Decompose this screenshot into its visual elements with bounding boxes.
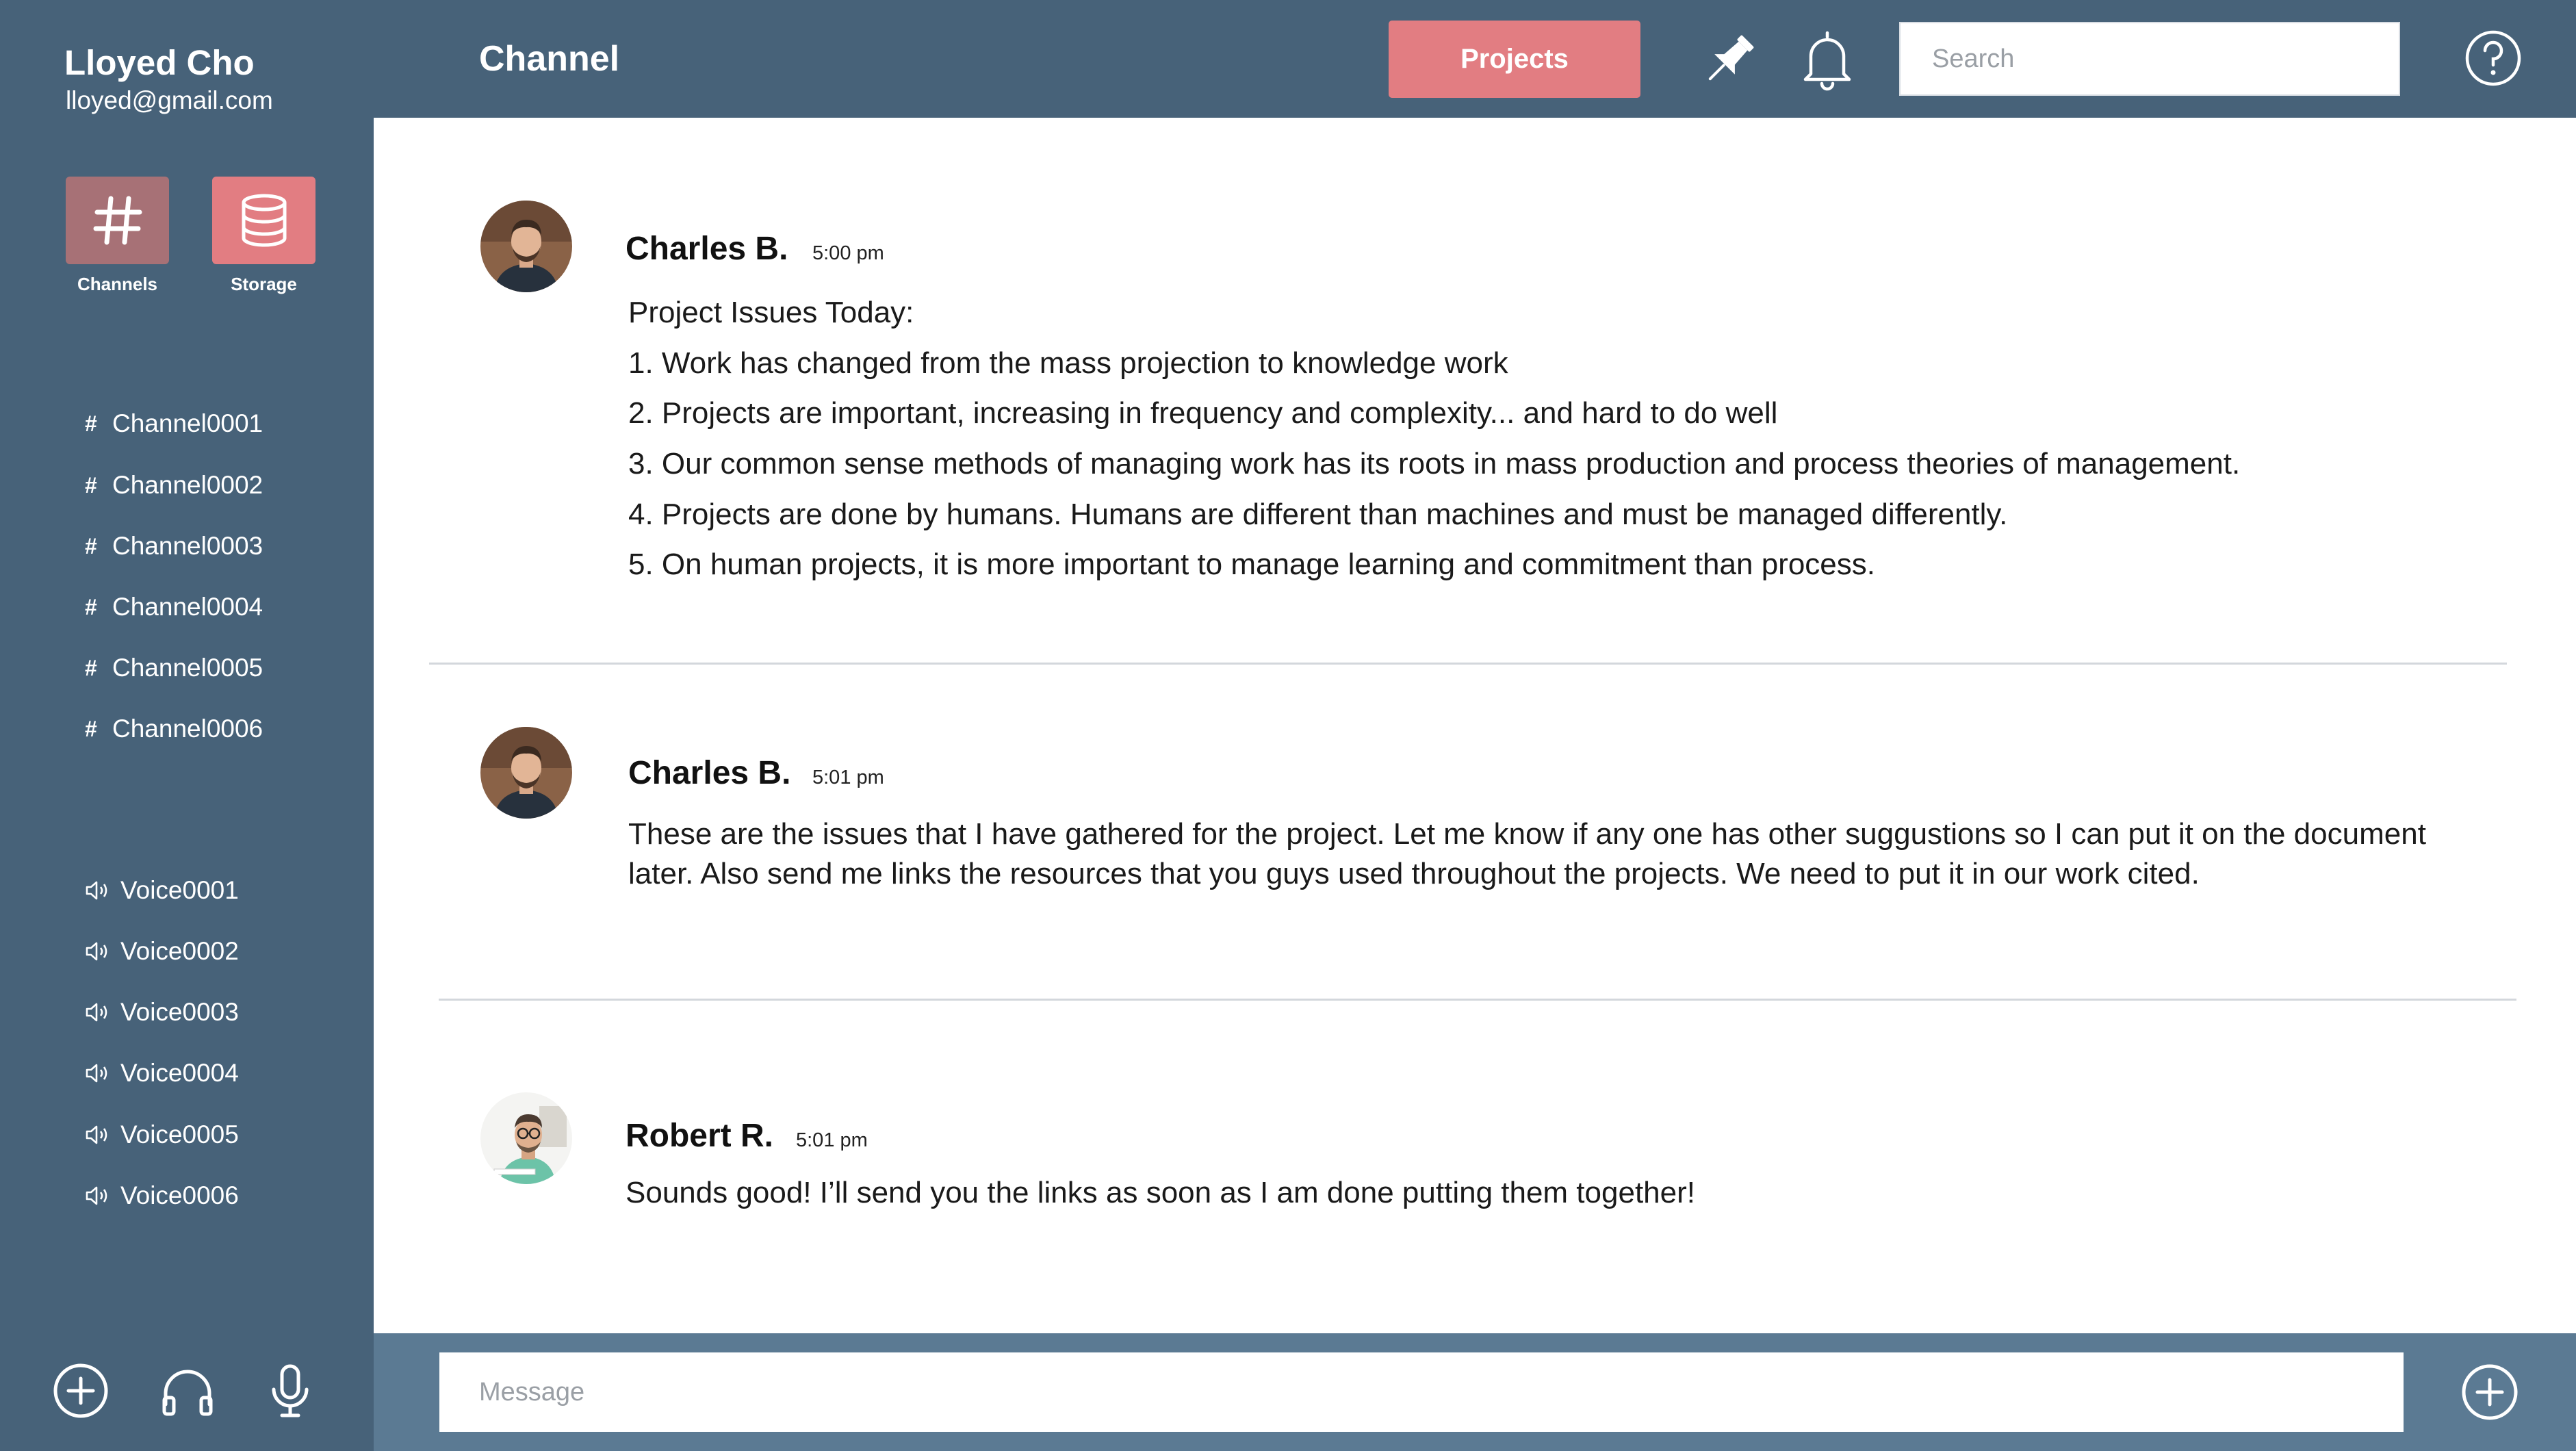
- add-circle-icon[interactable]: [2460, 1362, 2520, 1422]
- message-divider: [439, 999, 2516, 1001]
- speaker-icon: [86, 1125, 107, 1144]
- hash-icon: #: [85, 472, 97, 498]
- speaker-icon: [86, 942, 107, 961]
- avatar[interactable]: [480, 727, 572, 819]
- sidebar-item-voice0005[interactable]: Voice0005: [85, 1116, 239, 1154]
- hash-icon: #: [85, 533, 97, 558]
- sidebar-item-voice0006[interactable]: Voice0006: [85, 1177, 239, 1215]
- channel-label: Channel0003: [112, 532, 263, 560]
- voice-channel-label: Voice0003: [120, 998, 239, 1026]
- add-circle-icon[interactable]: [52, 1362, 110, 1420]
- user-email: lloyed@gmail.com: [66, 86, 273, 114]
- voice-channel-label: Voice0005: [120, 1120, 239, 1148]
- storage-nav-label: Storage: [231, 274, 297, 294]
- message-author[interactable]: Charles B.: [628, 754, 790, 792]
- projects-button[interactable]: Projects: [1389, 21, 1640, 98]
- page-title: Channel: [479, 39, 620, 79]
- voice-channel-label: Voice0001: [120, 876, 239, 904]
- message-timestamp: 5:01 pm: [796, 1129, 868, 1151]
- channel-label: Channel0006: [112, 715, 263, 743]
- message-author[interactable]: Robert R.: [626, 1117, 773, 1155]
- avatar[interactable]: [480, 1092, 572, 1184]
- microphone-icon[interactable]: [261, 1362, 319, 1420]
- sidebar-item-channel0003[interactable]: # Channel0003: [85, 527, 263, 565]
- sidebar-item-voice0004[interactable]: Voice0004: [85, 1054, 239, 1092]
- hash-icon: #: [85, 716, 97, 741]
- top-bar: Channel Projects: [374, 0, 2576, 118]
- message-text: Sounds good! I’ll send you the links as …: [626, 1176, 1695, 1209]
- message-text: These are the issues that I have gathere…: [628, 817, 2426, 890]
- voice-channel-label: Voice0006: [120, 1181, 239, 1209]
- sidebar-item-channel0005[interactable]: # Channel0005: [85, 649, 263, 687]
- sidebar-item-channel0001[interactable]: # Channel0001: [85, 405, 263, 443]
- pin-icon[interactable]: [1697, 30, 1759, 92]
- sidebar-item-voice0003[interactable]: Voice0003: [85, 993, 239, 1031]
- message-timestamp: 5:01 pm: [812, 767, 884, 788]
- speaker-icon: [86, 1003, 107, 1022]
- avatar-charles-image: [480, 727, 572, 819]
- message-composer: [374, 1333, 2576, 1451]
- channel-label: Channel0002: [112, 471, 263, 499]
- help-icon[interactable]: [2462, 27, 2524, 89]
- message-line: 5. On human projects, it is more importa…: [628, 548, 1875, 581]
- message-line: 1. Work has changed from the mass projec…: [628, 346, 1508, 380]
- sidebar: Lloyed Cho lloyed@gmail.com Channels Sto…: [0, 0, 374, 1451]
- sidebar-item-channel0006[interactable]: # Channel0006: [85, 710, 263, 748]
- speaker-icon: [86, 881, 107, 900]
- voice-channel-label: Voice0004: [120, 1059, 239, 1087]
- hash-icon: [93, 196, 142, 245]
- channel-label: Channel0005: [112, 654, 263, 682]
- avatar[interactable]: [480, 201, 572, 292]
- message-line: Project Issues Today:: [628, 296, 914, 329]
- speaker-icon: [86, 1064, 107, 1083]
- message-divider: [429, 663, 2507, 665]
- avatar-charles-image: [480, 201, 572, 292]
- channels-nav-button[interactable]: [66, 177, 169, 264]
- sidebar-item-channel0002[interactable]: # Channel0002: [85, 466, 263, 504]
- storage-nav-button[interactable]: [212, 177, 315, 264]
- sidebar-item-voice0002[interactable]: Voice0002: [85, 932, 239, 971]
- channels-nav-label: Channels: [77, 274, 158, 294]
- sidebar-item-channel0004[interactable]: # Channel0004: [85, 588, 263, 626]
- channel-label: Channel0004: [112, 593, 263, 621]
- user-name: Lloyed Cho: [64, 43, 255, 82]
- search-input[interactable]: [1899, 22, 2400, 96]
- hash-icon: #: [85, 594, 97, 619]
- hash-icon: #: [85, 655, 97, 680]
- message-author[interactable]: Charles B.: [626, 230, 788, 268]
- voice-channel-label: Voice0002: [120, 937, 239, 965]
- channel-label: Channel0001: [112, 409, 263, 437]
- headphones-icon[interactable]: [159, 1362, 216, 1420]
- bell-icon[interactable]: [1794, 26, 1860, 92]
- hash-icon: #: [85, 411, 97, 436]
- avatar-robert-image: [480, 1092, 572, 1184]
- message-line: 3. Our common sense methods of managing …: [628, 447, 2241, 480]
- message-line: 4. Projects are done by humans. Humans a…: [628, 498, 2008, 531]
- message-input[interactable]: [439, 1352, 2404, 1432]
- speaker-icon: [86, 1186, 107, 1205]
- message-timestamp: 5:00 pm: [812, 242, 884, 264]
- sidebar-item-voice0001[interactable]: Voice0001: [85, 871, 239, 910]
- database-icon: [242, 194, 286, 247]
- message-line: 2. Projects are important, increasing in…: [628, 396, 1778, 430]
